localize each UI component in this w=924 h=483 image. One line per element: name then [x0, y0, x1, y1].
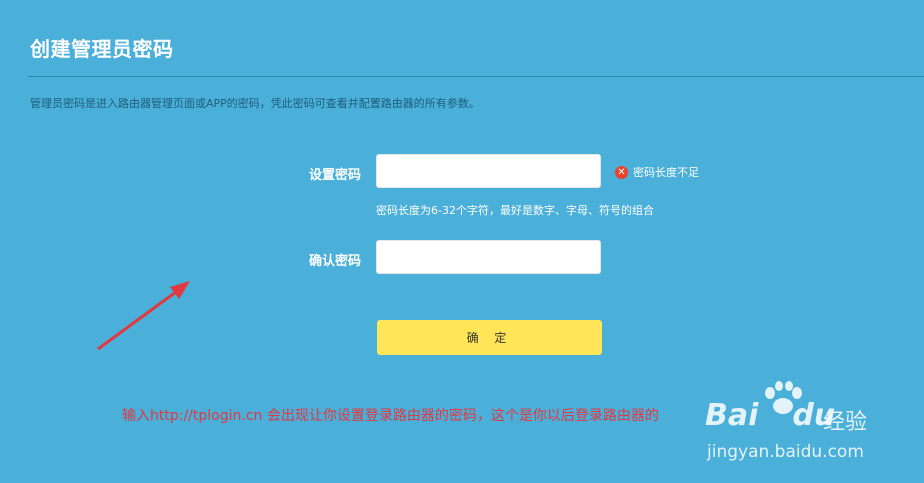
annotation-text: 输入http://tplogin.cn 会出现让你设置登录路由器的密码，这个是你…: [122, 408, 659, 424]
watermark-url: jingyan.baidu.com: [707, 442, 864, 462]
watermark-brand: Bai du: [705, 398, 836, 433]
watermark-product: 经验: [823, 410, 868, 435]
baidu-watermark: Bai du 经验 jingyan.baidu.com: [705, 380, 915, 470]
